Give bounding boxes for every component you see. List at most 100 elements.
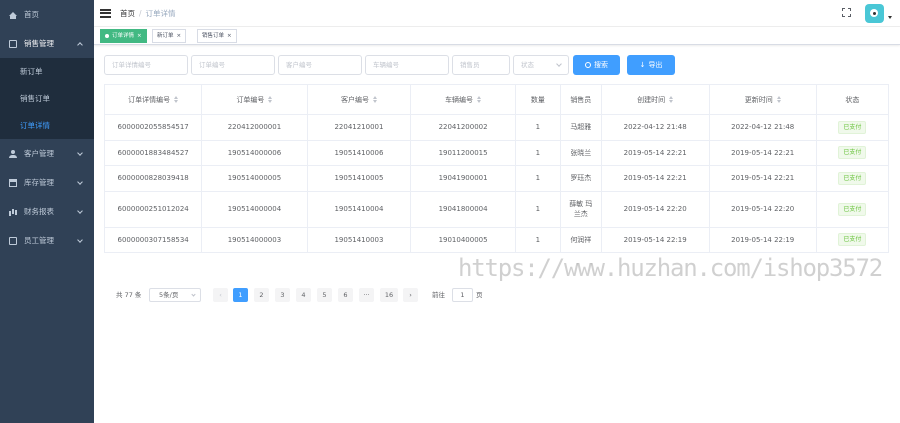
seller-input[interactable]: 销售员 [452, 55, 510, 75]
navbar: 首页 / 订单详情 [94, 0, 900, 27]
cell-customer-id: 22041210001 [307, 114, 412, 141]
cell-seller: 马超雅 [560, 114, 602, 141]
sort-icon[interactable] [174, 96, 179, 103]
sidebar-item-home[interactable]: 首页 [0, 0, 94, 29]
breadcrumb-home[interactable]: 首页 [120, 9, 135, 18]
sort-icon[interactable] [268, 96, 273, 103]
col-header-vehicle-id[interactable]: 车辆编号 [410, 84, 516, 115]
avatar[interactable] [865, 4, 884, 23]
col-header-created[interactable]: 创建时间 [601, 84, 710, 115]
sidebar-item-new-order[interactable]: 新订单 [0, 58, 94, 85]
sidebar-item-label: 员工管理 [24, 236, 54, 245]
page-size-select[interactable]: 5条/页 [149, 288, 201, 302]
user-icon [9, 149, 17, 158]
order-id-input[interactable]: 订单编号 [191, 55, 275, 75]
close-icon[interactable]: × [137, 33, 142, 39]
page-button-6[interactable]: 6 [338, 288, 353, 302]
sidebar-item-label: 首页 [24, 10, 39, 19]
col-header-order-id[interactable]: 订单编号 [201, 84, 308, 115]
cell-seller: 张晓兰 [560, 140, 602, 166]
page-jump-input[interactable]: 1 [452, 288, 473, 302]
search-button-label: 搜索 [594, 61, 608, 69]
cell-updated: 2019-05-14 22:21 [709, 165, 817, 192]
sidebar-item-staff[interactable]: 员工管理 [0, 226, 94, 255]
cell-qty: 1 [515, 140, 561, 166]
sidebar-item-label: 销售管理 [24, 39, 54, 48]
chevron-up-icon [77, 42, 83, 48]
detail-id-input[interactable]: 订单详情编号 [104, 55, 188, 75]
tag-sales-order[interactable]: 销售订单 × [197, 29, 237, 43]
chevron-down-icon [77, 179, 83, 185]
tag-label: 新订单 [157, 33, 174, 39]
sort-icon[interactable] [776, 96, 781, 103]
cell-created: 2022-04-12 21:48 [601, 114, 710, 141]
tag-label: 订单详情 [112, 33, 135, 39]
page-button-16[interactable]: 16 [380, 288, 398, 302]
cell-customer-id: 19051410004 [307, 191, 412, 228]
cell-seller: 罗珏杰 [560, 165, 602, 192]
status-badge: 已支付 [838, 233, 867, 247]
page-button-4[interactable]: 4 [296, 288, 311, 302]
cell-order-id: 190514000003 [201, 227, 308, 253]
sidebar-item-label: 客户管理 [24, 149, 54, 158]
status-badge: 已支付 [838, 202, 867, 216]
cell-status: 已支付 [816, 140, 890, 166]
prev-page-button[interactable]: ‹ [213, 288, 228, 302]
page-button-1[interactable]: 1 [233, 288, 248, 302]
cell-order-id: 220412000001 [201, 114, 308, 141]
cell-customer-id: 19051410003 [307, 227, 412, 253]
tag-order-detail[interactable]: 订单详情 × [100, 29, 147, 43]
sidebar-item-sales-order[interactable]: 销售订单 [0, 85, 94, 112]
cell-order-id: 190514000005 [201, 165, 308, 192]
seller-name: 薛敏 玛兰杰 [569, 200, 593, 218]
sidebar-item-inventory[interactable]: 库存管理 [0, 168, 94, 197]
cell-order-id: 190514000006 [201, 140, 308, 166]
col-header-detail-id[interactable]: 订单详情编号 [103, 84, 203, 115]
cell-vehicle-id: 19011200015 [410, 140, 516, 166]
cell-updated: 2022-04-12 21:48 [709, 114, 817, 141]
search-icon [585, 62, 591, 68]
customer-id-input[interactable]: 客户编号 [278, 55, 362, 75]
fullscreen-icon[interactable] [842, 8, 851, 17]
page-ellipsis[interactable]: ··· [359, 288, 374, 302]
export-button[interactable]: ↓ 导出 [627, 55, 675, 75]
page-button-5[interactable]: 5 [317, 288, 332, 302]
cell-created: 2019-05-14 22:19 [601, 227, 710, 253]
caret-down-icon[interactable] [888, 16, 892, 19]
sidebar-item-customers[interactable]: 客户管理 [0, 139, 94, 168]
sidebar-item-finance[interactable]: 财务报表 [0, 197, 94, 226]
col-header-customer-id[interactable]: 客户编号 [307, 84, 412, 115]
jump-label: 前往 [432, 291, 445, 299]
cell-updated: 2019-05-14 22:19 [709, 227, 817, 253]
cell-qty: 1 [515, 191, 561, 228]
cell-detail-id: 6000000828039418 [103, 165, 203, 192]
vehicle-id-input[interactable]: 车辆编号 [365, 55, 449, 75]
sidebar-item-sales[interactable]: 销售管理 [0, 29, 94, 58]
next-page-button[interactable]: › [403, 288, 418, 302]
sort-icon[interactable] [477, 96, 482, 103]
home-icon [9, 11, 17, 19]
breadcrumb-separator: / [139, 8, 142, 18]
cell-seller: 何润祥 [560, 227, 602, 253]
jump-suffix: 页 [476, 291, 483, 299]
page-button-2[interactable]: 2 [254, 288, 269, 302]
order-detail-table: 订单详情编号 订单编号 客户编号 车辆编号 数量 销售员 创建时间 更新时间 状… [103, 84, 890, 253]
close-icon[interactable]: × [177, 33, 182, 39]
col-header-updated[interactable]: 更新时间 [709, 84, 817, 115]
status-select[interactable]: 状态 [513, 55, 569, 75]
sort-icon[interactable] [372, 96, 377, 103]
close-icon[interactable]: × [227, 33, 232, 39]
cell-vehicle-id: 19010400005 [410, 227, 516, 253]
sidebar-item-order-detail[interactable]: 订单详情 [0, 112, 94, 139]
sidebar-submenu-sales: 新订单 销售订单 订单详情 [0, 58, 94, 139]
export-button-label: 导出 [648, 61, 663, 69]
table-row: 6000000828039418 190514000005 1905141000… [103, 165, 890, 192]
search-button[interactable]: 搜索 [573, 55, 620, 75]
tag-new-order[interactable]: 新订单 × [152, 29, 187, 43]
page-button-3[interactable]: 3 [275, 288, 290, 302]
cell-detail-id: 6000000307158534 [103, 227, 203, 253]
cell-detail-id: 6000001883484527 [103, 140, 203, 166]
sort-icon[interactable] [669, 96, 674, 103]
hamburger-icon[interactable] [100, 8, 111, 18]
cell-created: 2019-05-14 22:21 [601, 165, 710, 192]
